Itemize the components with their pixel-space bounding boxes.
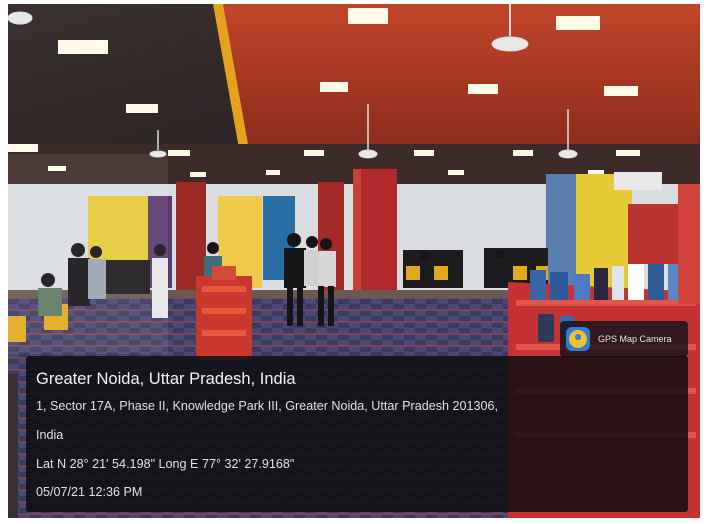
wall-ac-unit <box>614 172 662 190</box>
coordinates: Lat N 28° 21' 54.198" Long E 77° 32' 27.… <box>36 457 295 471</box>
address-line-1: 1, Sector 17A, Phase II, Knowledge Park … <box>36 399 499 413</box>
timestamp: 05/07/21 12:36 PM <box>36 485 143 499</box>
location-title: Greater Noida, Uttar Pradesh, India <box>36 370 296 388</box>
gps-map-camera-badge: GPS Map Camera <box>560 321 688 357</box>
address-line-2: India <box>36 428 64 442</box>
red-display-stand <box>196 266 252 360</box>
location-info-panel: Greater Noida, Uttar Pradesh, India 1, S… <box>26 356 688 512</box>
gps-map-camera-label: GPS Map Camera <box>598 334 672 344</box>
map-pin-icon <box>566 327 590 351</box>
ceiling-red-panel <box>223 4 700 144</box>
